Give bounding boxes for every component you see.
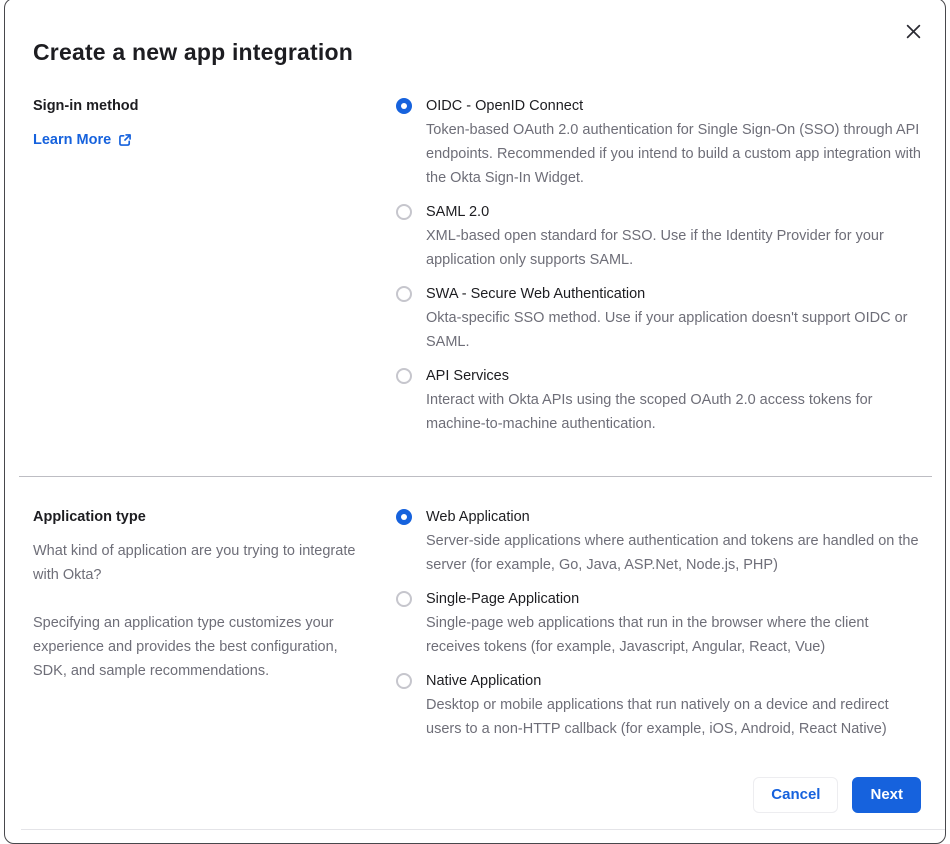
- radio-option-text: API Services Interact with Okta APIs usi…: [426, 364, 921, 436]
- radio-option-text: Web Application Server-side applications…: [426, 505, 921, 577]
- radio-option-text: Single-Page Application Single-page web …: [426, 587, 921, 659]
- option-description: Desktop or mobile applications that run …: [426, 697, 889, 737]
- apptype-description-2: Specifying an application type customize…: [33, 615, 338, 679]
- radio-option-text: SWA - Secure Web Authentication Okta-spe…: [426, 282, 921, 354]
- radio-option[interactable]: Web Application Server-side applications…: [396, 505, 921, 577]
- apptype-left-column: Application type What kind of applicatio…: [33, 505, 368, 741]
- radio-option[interactable]: OIDC - OpenID Connect Token-based OAuth …: [396, 94, 921, 190]
- radio-icon[interactable]: [396, 204, 412, 220]
- section-divider: [19, 476, 932, 477]
- option-description: Okta-specific SSO method. Use if your ap…: [426, 310, 908, 350]
- radio-icon[interactable]: [396, 591, 412, 607]
- option-label[interactable]: Web Application: [426, 505, 921, 529]
- create-app-integration-dialog: Create a new app integration Sign-in met…: [4, 0, 946, 844]
- option-label[interactable]: Native Application: [426, 669, 921, 693]
- radio-option-text: SAML 2.0 XML-based open standard for SSO…: [426, 200, 921, 272]
- radio-option[interactable]: SWA - Secure Web Authentication Okta-spe…: [396, 282, 921, 354]
- apptype-options-list: Web Application Server-side applications…: [396, 505, 921, 741]
- radio-option[interactable]: Single-Page Application Single-page web …: [396, 587, 921, 659]
- dialog-footer: Cancel Next: [33, 777, 921, 813]
- option-description: Server-side applications where authentic…: [426, 533, 919, 573]
- radio-icon[interactable]: [396, 98, 412, 114]
- cancel-button[interactable]: Cancel: [753, 777, 839, 813]
- option-description: Token-based OAuth 2.0 authentication for…: [426, 122, 921, 186]
- apptype-description-1: What kind of application are you trying …: [33, 543, 356, 583]
- radio-option[interactable]: SAML 2.0 XML-based open standard for SSO…: [396, 200, 921, 272]
- radio-icon[interactable]: [396, 673, 412, 689]
- option-label[interactable]: Single-Page Application: [426, 587, 921, 611]
- application-type-heading: Application type: [33, 509, 146, 525]
- option-description: Single-page web applications that run in…: [426, 615, 869, 655]
- learn-more-label: Learn More: [33, 132, 112, 148]
- radio-option[interactable]: Native Application Desktop or mobile app…: [396, 669, 921, 741]
- signin-method-heading: Sign-in method: [33, 98, 139, 114]
- next-button[interactable]: Next: [852, 777, 921, 813]
- option-label[interactable]: SAML 2.0: [426, 200, 921, 224]
- radio-icon[interactable]: [396, 286, 412, 302]
- option-description: Interact with Okta APIs using the scoped…: [426, 392, 873, 432]
- dialog-title: Create a new app integration: [33, 39, 353, 65]
- radio-icon[interactable]: [396, 368, 412, 384]
- radio-icon[interactable]: [396, 509, 412, 525]
- signin-options-list: OIDC - OpenID Connect Token-based OAuth …: [396, 94, 921, 436]
- external-link-icon: [119, 134, 132, 146]
- signin-left-column: Sign-in method Learn More: [33, 94, 368, 436]
- option-label[interactable]: API Services: [426, 364, 921, 388]
- radio-option[interactable]: API Services Interact with Okta APIs usi…: [396, 364, 921, 436]
- radio-option-text: Native Application Desktop or mobile app…: [426, 669, 921, 741]
- radio-option-text: OIDC - OpenID Connect Token-based OAuth …: [426, 94, 921, 190]
- signin-method-section: Sign-in method Learn More OIDC - OpenID …: [33, 94, 921, 436]
- option-label[interactable]: OIDC - OpenID Connect: [426, 94, 921, 118]
- option-label[interactable]: SWA - Secure Web Authentication: [426, 282, 921, 306]
- option-description: XML-based open standard for SSO. Use if …: [426, 228, 884, 268]
- learn-more-link[interactable]: Learn More: [33, 128, 132, 152]
- application-type-section: Application type What kind of applicatio…: [33, 505, 921, 741]
